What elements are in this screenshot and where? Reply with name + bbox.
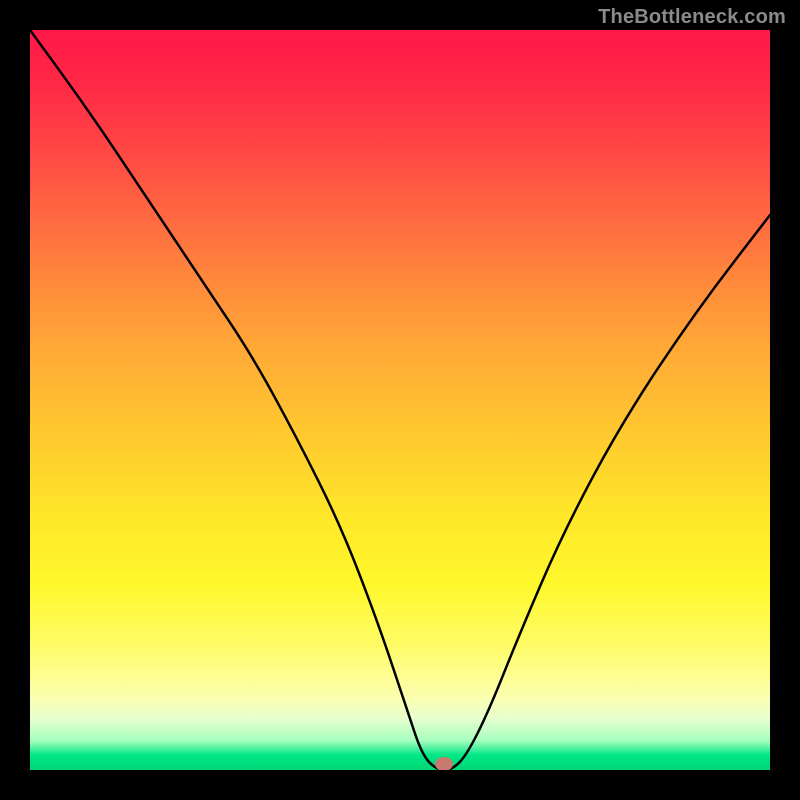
attribution-label: TheBottleneck.com bbox=[598, 6, 786, 29]
plot-area bbox=[30, 30, 770, 770]
chart-frame: TheBottleneck.com bbox=[0, 0, 800, 800]
balance-point-marker bbox=[435, 757, 453, 770]
bottleneck-curve-path bbox=[30, 30, 770, 770]
bottleneck-curve bbox=[30, 30, 770, 770]
